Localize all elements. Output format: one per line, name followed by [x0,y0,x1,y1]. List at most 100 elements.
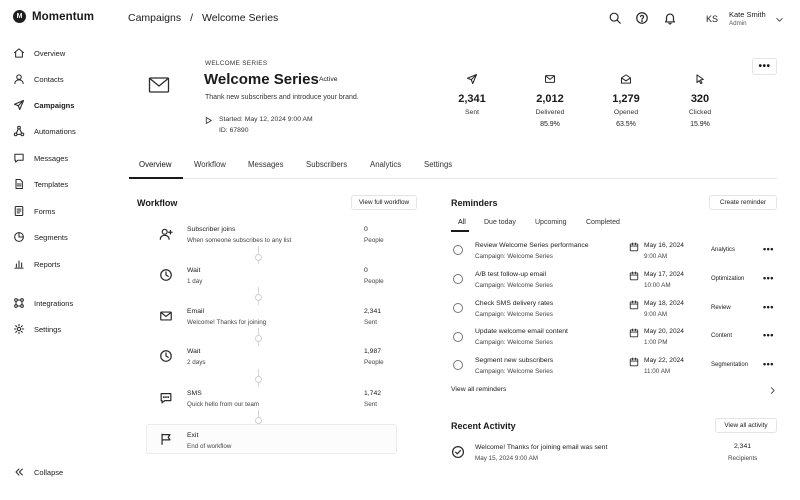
search-icon[interactable] [608,11,622,25]
reminder-filter-completed[interactable]: Completed [586,219,620,226]
brand[interactable]: M Momentum [13,10,94,23]
clock-icon [160,269,172,281]
campaign-started: Started: May 12, 2024 9:00 AM [219,116,313,123]
reminder-checkbox[interactable] [453,360,463,370]
campaign-description: Thank new subscribers and introduce your… [205,94,359,101]
reminder-title[interactable]: Update welcome email content [475,328,568,335]
workflow-step-name[interactable]: Wait [187,348,200,355]
collapse-button[interactable]: Collapse [13,465,63,479]
tab-messages[interactable]: Messages [248,160,284,169]
form-icon [14,205,24,217]
view-all-activity-button[interactable]: View all activity [715,418,777,433]
tab-workflow[interactable]: Workflow [194,160,226,169]
reminder-time: 1:00 PM [644,339,668,346]
tab-settings[interactable]: Settings [424,160,452,169]
reminder-menu-button[interactable]: ••• [763,330,774,340]
sidebar-item-settings[interactable]: Settings [13,322,61,336]
segments-icon [14,232,24,242]
sidebar-item-reports[interactable]: Reports [13,257,60,271]
reminder-checkbox[interactable] [453,274,463,284]
stat-label: Delivered [535,109,565,116]
reminder-filter-due-today[interactable]: Due today [484,219,516,226]
user-role: Admin [729,20,747,27]
reminder-tag: Optimization [711,276,745,282]
breadcrumb-separator: / [190,12,194,24]
workflow-step-name[interactable]: Wait [187,267,200,274]
reminder-campaign: Campaign: Welcome Series [475,368,553,375]
reminder-filter-all[interactable]: All [458,219,466,226]
sidebar-item-forms[interactable]: Forms [13,204,55,218]
sidebar-item-messages[interactable]: Messages [13,151,68,165]
workflow-step-value: 0 [364,226,368,233]
breadcrumb-current: Welcome Series [202,12,279,24]
activity-value: 2,341 [734,443,752,450]
tab-analytics[interactable]: Analytics [370,160,401,169]
reminder-date: May 16, 2024 [644,242,684,249]
view-full-workflow-button[interactable]: View full workflow [351,195,417,210]
sidebar-item-contacts[interactable]: Contacts [13,72,64,86]
create-reminder-button[interactable]: Create reminder [709,195,777,210]
reminder-menu-button[interactable]: ••• [763,302,774,312]
brand-logo: M [13,10,26,23]
reminder-checkbox[interactable] [453,332,463,342]
workflow-step-unit: Sent [364,319,377,326]
workflow-step-name[interactable]: Email [187,308,204,315]
stat-percent: 15.9% [690,121,710,128]
reminder-checkbox[interactable] [453,245,463,255]
reminder-menu-button[interactable]: ••• [763,244,774,254]
status-badge: Active [319,76,338,83]
sidebar-item-campaigns[interactable]: Campaigns [13,98,74,112]
tab-bar: Overview Workflow Messages Subscribers A… [129,152,777,179]
calendar-icon [629,271,639,281]
more-options-button[interactable]: ••• [752,58,777,75]
calendar-icon [629,357,639,367]
reminder-date: May 18, 2024 [644,300,684,307]
chevron-right-icon[interactable] [768,386,777,395]
reminder-title[interactable]: Check SMS delivery rates [475,300,553,307]
sidebar-item-label: Templates [34,179,69,189]
sidebar-item-overview[interactable]: Overview [13,46,65,60]
reminder-checkbox[interactable] [453,303,463,313]
workflow-step-value: 2,341 [364,308,382,315]
sidebar-item-templates[interactable]: Templates [13,177,68,191]
reminder-menu-button[interactable]: ••• [763,273,774,283]
sidebar-item-label: Reports [34,259,61,269]
workflow-step-sub: End of workflow [187,443,232,450]
tab-overview[interactable]: Overview [139,160,172,169]
reminders-title: Reminders [451,198,498,208]
stat-value: 320 [690,93,710,105]
send-icon [13,99,25,111]
bell-icon[interactable] [663,11,677,25]
sidebar-item-integrations[interactable]: Integrations [13,296,73,310]
breadcrumb-campaigns[interactable]: Campaigns [128,12,181,24]
workflow-step-name[interactable]: Exit [187,432,198,439]
avatar[interactable]: KS [706,14,718,24]
workflow-step-value: 1,987 [364,348,382,355]
activity-title-text[interactable]: Welcome! Thanks for joining email was se… [475,444,607,451]
user-name[interactable]: Kate Smith [729,10,766,19]
reminder-title[interactable]: A/B test follow-up email [475,271,546,278]
activity-title: Recent Activity [451,421,516,431]
sidebar-item-label: Contacts [34,74,64,84]
reminder-menu-button[interactable]: ••• [763,359,774,369]
reminder-title[interactable]: Segment new subscribers [475,357,553,364]
sidebar-item-label: Campaigns [34,100,75,110]
reminder-filter-upcoming[interactable]: Upcoming [535,219,567,226]
tab-subscribers[interactable]: Subscribers [306,160,347,169]
help-icon[interactable] [635,11,649,25]
sidebar-item-segments[interactable]: Segments [13,230,68,244]
envelope-icon [544,75,556,83]
sidebar-item-label: Integrations [34,298,74,308]
view-all-reminders-link[interactable]: View all reminders [451,386,506,393]
sidebar-item-automations[interactable]: Automations [13,124,76,138]
stat-clicked: 320 Clicked 15.9% [670,73,730,128]
chevron-down-icon[interactable] [775,15,784,24]
stat-opened: 1,279 Opened 63.5% [596,73,656,128]
active-tab-indicator [129,177,183,179]
reminder-title[interactable]: Review Welcome Series performance [475,242,589,249]
workflow-step-name[interactable]: SMS [187,390,202,397]
integrations-icon [14,298,24,308]
workflow-step-name[interactable]: Subscriber joins [187,226,235,233]
reminder-campaign: Campaign: Welcome Series [475,282,553,289]
send-icon [466,73,478,85]
